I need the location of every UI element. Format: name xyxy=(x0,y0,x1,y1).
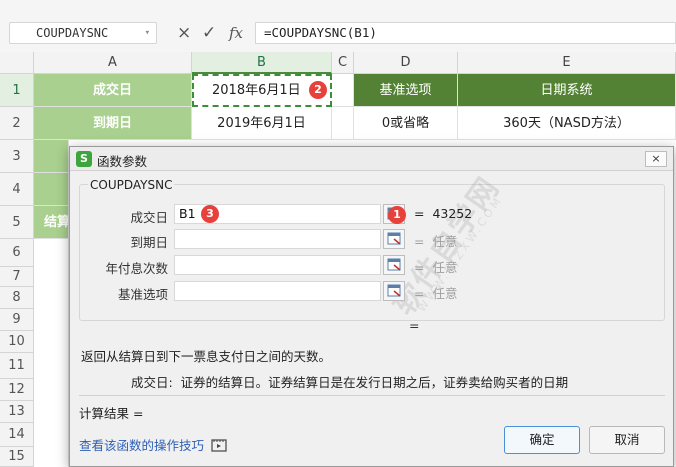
check-icon[interactable]: ✓ xyxy=(202,23,216,43)
column-headers: A B C D E xyxy=(0,52,676,74)
range-select-icon xyxy=(387,258,401,271)
formula-bar: COUPDAYSNC ▾ × ✓ fx =COUPDAYSNC(B1) xyxy=(0,0,676,52)
calc-result-label: 计算结果 = xyxy=(79,406,144,421)
arg-input-basis[interactable] xyxy=(174,281,381,301)
row-header-11[interactable]: 11 xyxy=(0,353,34,379)
cell-a3[interactable] xyxy=(34,140,69,173)
collapse-dialog-button[interactable] xyxy=(383,229,405,249)
select-all-corner[interactable] xyxy=(0,52,34,74)
column-header-b[interactable]: B xyxy=(192,52,332,74)
function-description: 返回从结算日到下一票息支付日之间的天数。 xyxy=(81,349,332,364)
row-header-5[interactable]: 5 xyxy=(0,206,34,239)
arg-result-value: 任意 xyxy=(432,234,458,249)
row-header-3[interactable]: 3 xyxy=(0,140,34,173)
cell-b2[interactable]: 2019年6月1日 xyxy=(192,107,332,140)
row-header-13[interactable]: 13 xyxy=(0,401,34,423)
column-header-d[interactable]: D xyxy=(354,52,458,74)
help-link[interactable]: 查看该函数的操作技巧 xyxy=(79,435,227,454)
cell-e2[interactable]: 360天（NASD方法） xyxy=(458,107,676,140)
cancel-icon[interactable]: × xyxy=(177,23,191,43)
help-link-text[interactable]: 查看该函数的操作技巧 xyxy=(79,438,204,453)
cell-d1[interactable]: 基准选项 xyxy=(354,74,458,107)
cell-e1[interactable]: 日期系统 xyxy=(458,74,676,107)
equals-sign: = xyxy=(414,286,425,301)
column-header-a[interactable]: A xyxy=(34,52,192,74)
argument-help: 成交日: 证券的结算日。证券结算日是在发行日期之后，证券卖给购买者的日期 xyxy=(131,372,568,391)
row-header-12[interactable]: 12 xyxy=(0,379,34,401)
row-header-10[interactable]: 10 xyxy=(0,331,34,353)
cell-a2[interactable]: 到期日 xyxy=(34,107,192,140)
step-badge-1: 1 xyxy=(388,206,406,224)
row-header-14[interactable]: 14 xyxy=(0,423,34,447)
row-header-15[interactable]: 15 xyxy=(0,447,34,467)
arg-result-value: 43252 xyxy=(432,206,473,221)
arg-result-frequency: = 任意 xyxy=(414,257,457,276)
range-select-icon xyxy=(387,232,401,245)
cell-a4[interactable] xyxy=(34,173,69,206)
wps-logo-icon: S xyxy=(76,151,92,167)
row-header-9[interactable]: 9 xyxy=(0,309,34,331)
arg-label-basis: 基准选项 xyxy=(117,287,168,302)
arg-result-maturity: = 任意 xyxy=(414,231,457,250)
arg-result-value: 任意 xyxy=(432,286,458,301)
step-badge-2: 2 xyxy=(309,81,327,99)
row-header-1[interactable]: 1 xyxy=(0,74,34,107)
column-header-e[interactable]: E xyxy=(458,52,676,74)
equals-sign: = xyxy=(414,206,425,221)
fx-icon[interactable]: fx xyxy=(229,23,243,43)
ok-button[interactable]: 确定 xyxy=(504,426,580,454)
row-header-7[interactable]: 7 xyxy=(0,267,34,287)
cell-c1[interactable] xyxy=(332,74,354,107)
name-box-value: COUPDAYSNC xyxy=(36,26,109,40)
cell-a5[interactable]: 结算 xyxy=(34,206,69,239)
dialog-titlebar[interactable]: S 函数参数 × xyxy=(70,147,673,171)
step-badge-3: 3 xyxy=(201,205,219,223)
dialog-title: 函数参数 xyxy=(97,154,148,169)
function-name: COUPDAYSNC xyxy=(88,178,175,192)
cells-a-lower[interactable] xyxy=(34,239,69,467)
divider xyxy=(79,395,665,396)
arg-result-settlement: = 43252 xyxy=(414,206,472,221)
argument-help-text: 证券的结算日。证券结算日是在发行日期之后，证券卖给购买者的日期 xyxy=(180,375,569,390)
close-button[interactable]: × xyxy=(645,151,667,167)
arg-label-frequency: 年付息次数 xyxy=(105,261,168,276)
cancel-button[interactable]: 取消 xyxy=(589,426,665,454)
collapse-dialog-button[interactable] xyxy=(383,281,405,301)
collapse-dialog-button[interactable] xyxy=(383,255,405,275)
function-arguments-dialog: S 函数参数 × COUPDAYSNC 软件自学网 WWW.RJZXW.COM … xyxy=(69,146,674,467)
arg-input-maturity[interactable] xyxy=(174,229,381,249)
row-header-2[interactable]: 2 xyxy=(0,107,34,140)
formula-input[interactable]: =COUPDAYSNC(B1) xyxy=(255,22,676,44)
video-icon[interactable] xyxy=(211,439,227,452)
overall-equals: = xyxy=(409,318,420,333)
arg-label-maturity: 到期日 xyxy=(130,235,168,250)
chevron-down-icon[interactable]: ▾ xyxy=(145,23,150,43)
equals-sign: = xyxy=(414,260,425,275)
column-header-c[interactable]: C xyxy=(332,52,354,74)
cell-d2[interactable]: 0或省略 xyxy=(354,107,458,140)
name-box[interactable]: COUPDAYSNC ▾ xyxy=(9,22,157,44)
equals-sign: = xyxy=(414,234,425,249)
row-header-6[interactable]: 6 xyxy=(0,239,34,267)
arg-result-basis: = 任意 xyxy=(414,283,457,302)
arg-label-settlement: 成交日 xyxy=(130,210,168,225)
cell-c2[interactable] xyxy=(332,107,354,140)
range-select-icon xyxy=(387,284,401,297)
argument-help-label: 成交日: xyxy=(131,375,173,390)
arg-result-value: 任意 xyxy=(432,260,458,275)
cell-a1[interactable]: 成交日 xyxy=(34,74,192,107)
row-header-8[interactable]: 8 xyxy=(0,287,34,309)
row-header-4[interactable]: 4 xyxy=(0,173,34,206)
arg-input-frequency[interactable] xyxy=(174,255,381,275)
